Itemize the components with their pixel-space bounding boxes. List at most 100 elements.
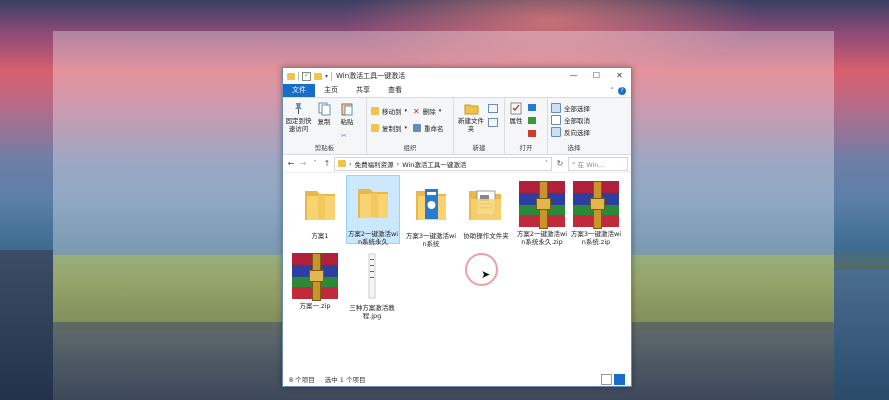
- breadcrumb-item[interactable]: 免费福利资源: [355, 159, 394, 169]
- tab-share[interactable]: 共享: [347, 84, 379, 97]
- select-none-button[interactable]: 全部取消: [551, 115, 590, 125]
- copy-label: 复制: [317, 118, 331, 126]
- organize-group: 移动到 ▾ 复制到 ▾ ✕ 删除 ▾ 重命名 组织: [367, 98, 454, 154]
- pin-quick-access-button[interactable]: 固定到快速访问: [285, 102, 312, 133]
- select-group-label: 选择: [567, 144, 581, 152]
- item-count: 8 个项目: [289, 376, 315, 384]
- winrar-archive-icon: [573, 181, 619, 229]
- search-placeholder: 在 Win...: [577, 160, 605, 169]
- breadcrumb-item[interactable]: Win激活工具一键激活: [402, 159, 466, 169]
- properties-quick-icon[interactable]: ✓: [302, 71, 311, 81]
- delete-icon: ✕: [413, 106, 420, 116]
- invert-selection-icon: [551, 127, 561, 137]
- new-group: 新建文件夹 新建: [454, 98, 505, 154]
- new-item-icon[interactable]: [488, 104, 498, 113]
- chevron-right-icon: ›: [396, 159, 400, 168]
- edit-icon[interactable]: [528, 117, 536, 124]
- easy-access-icon[interactable]: [488, 118, 498, 127]
- properties-icon: [510, 102, 522, 115]
- file-item-folder-2[interactable]: 方案2一键激活win系统永久: [346, 175, 400, 246]
- folder-with-documents-icon: [469, 190, 501, 220]
- new-folder-quick-icon[interactable]: [314, 72, 322, 80]
- quick-access-dropdown-icon[interactable]: ▾: [325, 73, 328, 80]
- minimize-button[interactable]: —: [562, 68, 585, 84]
- select-all-label: 全部选择: [564, 105, 590, 113]
- up-button[interactable]: ↑: [322, 159, 332, 168]
- address-dropdown-icon[interactable]: ˅: [545, 160, 548, 167]
- tab-file[interactable]: 文件: [283, 84, 315, 97]
- rename-icon: [413, 124, 421, 132]
- rename-button[interactable]: 重命名: [413, 123, 444, 133]
- invert-selection-label: 反向选择: [564, 129, 590, 137]
- properties-button[interactable]: 属性: [507, 102, 525, 125]
- wallpaper-rocks-right: [834, 270, 889, 400]
- copy-to-icon: [371, 124, 379, 132]
- image-thumbnail-icon: [368, 253, 376, 299]
- select-none-icon: [551, 115, 561, 125]
- back-button[interactable]: ←: [286, 159, 296, 168]
- file-item-folder-3[interactable]: 方案3一键激活win系统: [405, 178, 457, 248]
- new-folder-button[interactable]: 新建文件夹: [457, 102, 485, 133]
- tab-home[interactable]: 主页: [315, 84, 347, 97]
- window-title: Win激活工具一键激活: [336, 72, 406, 80]
- file-item-zip-1[interactable]: 方案2一键激活win系统永久.zip: [516, 178, 568, 246]
- winrar-archive-icon: [292, 253, 338, 301]
- close-button[interactable]: ✕: [608, 68, 631, 84]
- clipboard-group-label: 剪贴板: [314, 144, 335, 152]
- file-item-image[interactable]: 三种方案激活教程.jpg: [346, 250, 398, 320]
- folder-icon: [287, 72, 295, 80]
- invert-selection-button[interactable]: 反向选择: [551, 127, 590, 137]
- new-folder-icon: [464, 104, 478, 115]
- folder-with-app-icon: [416, 189, 446, 220]
- select-all-icon: [551, 103, 561, 113]
- paste-button[interactable]: 粘贴: [336, 102, 358, 126]
- rename-label: 重命名: [424, 125, 444, 133]
- pin-label: 固定到快速访问: [285, 117, 312, 133]
- delete-button[interactable]: ✕ 删除 ▾: [413, 106, 442, 117]
- dropdown-arrow-icon: ▾: [404, 125, 408, 131]
- history-icon[interactable]: [528, 130, 536, 137]
- copy-to-label: 复制到: [382, 125, 402, 133]
- help-icon[interactable]: ?: [618, 86, 626, 95]
- archive-buckle: [590, 198, 605, 210]
- file-list: 方案1 方案2一键激活win系统永久 方案3一键激活win系统 协助操作文件夹: [283, 172, 631, 371]
- move-to-button[interactable]: 移动到 ▾: [371, 106, 407, 116]
- chevron-right-icon: ›: [349, 159, 352, 168]
- paste-icon: [341, 103, 352, 116]
- select-group: 全部选择 全部取消 反向选择 选择: [548, 98, 600, 154]
- open-icon[interactable]: [528, 104, 536, 111]
- file-explorer-window: ✓ ▾ Win激活工具一键激活 — ☐ ✕ 文件 主页 共享 查看 ˄ ? 固定…: [282, 67, 632, 387]
- folder-icon: [338, 160, 346, 167]
- folder-icon: [358, 189, 388, 218]
- file-name: 协助操作文件夹: [463, 232, 509, 240]
- file-item-folder-4[interactable]: 协助操作文件夹: [460, 178, 512, 240]
- title-bar[interactable]: ✓ ▾ Win激活工具一键激活 — ☐ ✕: [283, 68, 631, 84]
- new-folder-label: 新建文件夹: [458, 117, 484, 133]
- file-name: 方案1: [311, 232, 329, 240]
- search-input[interactable]: ⌕ 在 Win...: [568, 156, 628, 171]
- divider: [331, 71, 333, 81]
- dropdown-arrow-icon: ▾: [438, 108, 442, 114]
- file-item-zip-2[interactable]: 方案3一键激活win系统.zip: [570, 178, 622, 246]
- mouse-cursor-icon: ➤: [481, 268, 491, 281]
- refresh-button[interactable]: ↻: [554, 159, 566, 168]
- properties-label: 属性: [509, 117, 523, 125]
- maximize-button[interactable]: ☐: [585, 68, 608, 84]
- details-view-button[interactable]: [601, 373, 612, 385]
- open-group-label: 打开: [519, 144, 533, 152]
- file-item-zip-3[interactable]: 方案一.zip: [289, 250, 341, 310]
- file-name: 方案2一键激活win系统永久: [347, 230, 399, 246]
- collapse-ribbon-icon[interactable]: ˄: [611, 87, 615, 95]
- cut-icon[interactable]: ✂: [341, 132, 347, 140]
- address-path[interactable]: › 免费福利资源 › Win激活工具一键激活 ˅: [334, 156, 552, 171]
- copy-button[interactable]: 复制: [313, 102, 335, 126]
- file-name: 方案一.zip: [299, 302, 331, 310]
- large-icons-view-button[interactable]: [614, 373, 625, 385]
- copy-to-button[interactable]: 复制到 ▾: [371, 123, 407, 133]
- recent-locations-icon[interactable]: ˅: [310, 160, 320, 167]
- select-all-button[interactable]: 全部选择: [551, 103, 590, 113]
- divider: [298, 71, 299, 81]
- file-item-folder-1[interactable]: 方案1: [294, 178, 346, 240]
- tab-view[interactable]: 查看: [379, 84, 411, 97]
- forward-button[interactable]: →: [298, 159, 308, 168]
